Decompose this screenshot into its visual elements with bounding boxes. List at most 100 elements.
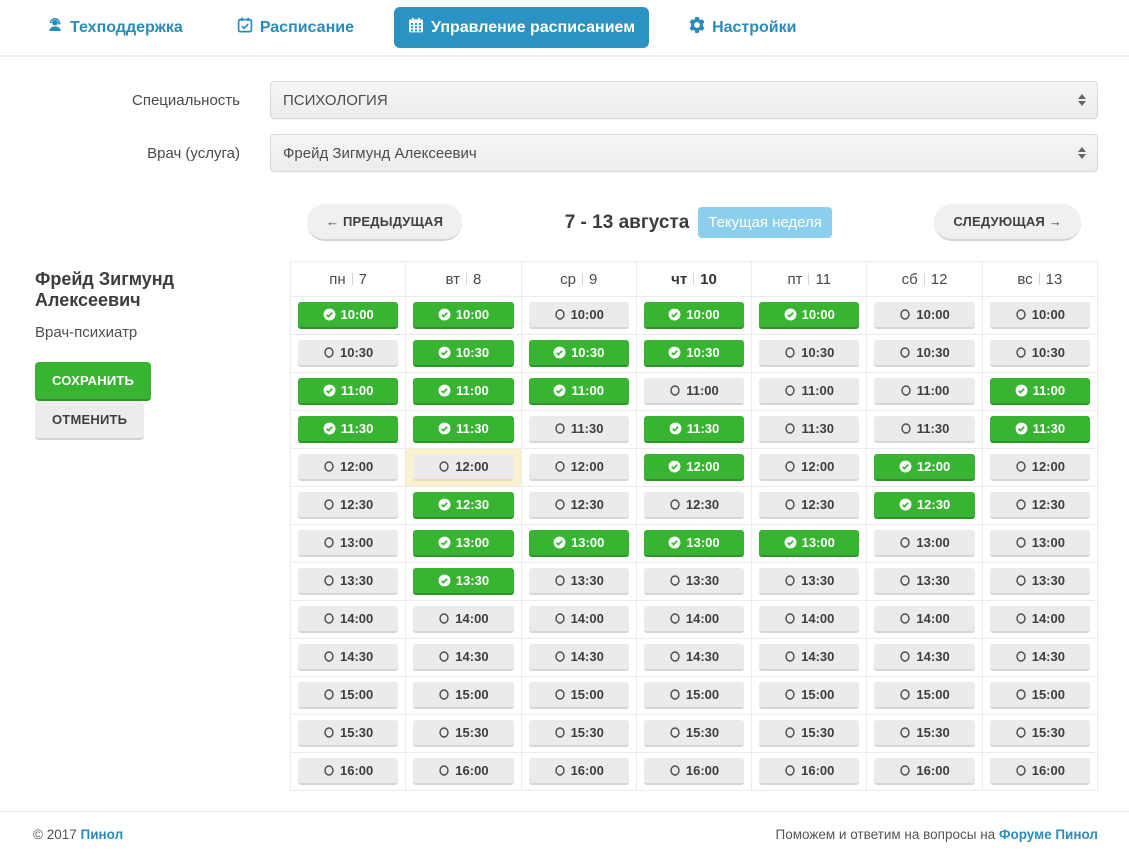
time-slot-пт-14:00[interactable]: 14:00: [759, 606, 859, 633]
time-slot-вс-15:00[interactable]: 15:00: [990, 682, 1090, 709]
time-slot-пн-11:30[interactable]: 11:30: [298, 416, 398, 443]
time-slot-вс-16:00[interactable]: 16:00: [990, 758, 1090, 785]
time-slot-вт-12:30[interactable]: 12:30: [413, 492, 513, 519]
specialty-select[interactable]: ПСИХОЛОГИЯ: [270, 81, 1098, 119]
time-slot-пт-15:00[interactable]: 15:00: [759, 682, 859, 709]
time-slot-ср-11:30[interactable]: 11:30: [529, 416, 629, 443]
time-slot-вт-10:30[interactable]: 10:30: [413, 340, 513, 367]
time-slot-пт-13:00[interactable]: 13:00: [759, 530, 859, 557]
time-slot-вс-14:30[interactable]: 14:30: [990, 644, 1090, 671]
time-slot-вт-11:00[interactable]: 11:00: [413, 378, 513, 405]
time-slot-чт-10:00[interactable]: 10:00: [644, 302, 744, 329]
forum-link[interactable]: Форуме Пинол: [999, 827, 1098, 842]
time-slot-пн-11:00[interactable]: 11:00: [298, 378, 398, 405]
time-slot-ср-11:00[interactable]: 11:00: [529, 378, 629, 405]
time-slot-вс-13:00[interactable]: 13:00: [990, 530, 1090, 557]
time-slot-пт-10:00[interactable]: 10:00: [759, 302, 859, 329]
time-slot-сб-10:30[interactable]: 10:30: [874, 340, 974, 367]
time-slot-ср-10:00[interactable]: 10:00: [529, 302, 629, 329]
time-slot-пт-11:00[interactable]: 11:00: [759, 378, 859, 405]
time-slot-вс-15:30[interactable]: 15:30: [990, 720, 1090, 747]
time-slot-вс-11:00[interactable]: 11:00: [990, 378, 1090, 405]
time-slot-вс-12:30[interactable]: 12:30: [990, 492, 1090, 519]
time-slot-ср-15:00[interactable]: 15:00: [529, 682, 629, 709]
pinol-link[interactable]: Пинол: [81, 827, 124, 842]
time-slot-чт-11:00[interactable]: 11:00: [644, 378, 744, 405]
time-slot-ср-12:00[interactable]: 12:00: [529, 454, 629, 481]
time-slot-сб-10:00[interactable]: 10:00: [874, 302, 974, 329]
time-slot-пн-16:00[interactable]: 16:00: [298, 758, 398, 785]
time-slot-ср-13:30[interactable]: 13:30: [529, 568, 629, 595]
time-slot-сб-11:00[interactable]: 11:00: [874, 378, 974, 405]
time-slot-сб-12:00[interactable]: 12:00: [874, 454, 974, 481]
time-slot-сб-13:00[interactable]: 13:00: [874, 530, 974, 557]
time-slot-чт-10:30[interactable]: 10:30: [644, 340, 744, 367]
time-slot-ср-15:30[interactable]: 15:30: [529, 720, 629, 747]
time-slot-сб-12:30[interactable]: 12:30: [874, 492, 974, 519]
time-slot-сб-15:30[interactable]: 15:30: [874, 720, 974, 747]
time-slot-вт-15:30[interactable]: 15:30: [413, 720, 513, 747]
time-slot-пн-10:00[interactable]: 10:00: [298, 302, 398, 329]
nav-tab-support[interactable]: Техподдержка: [33, 7, 197, 48]
time-slot-пн-14:00[interactable]: 14:00: [298, 606, 398, 633]
time-slot-пн-13:30[interactable]: 13:30: [298, 568, 398, 595]
time-slot-ср-14:30[interactable]: 14:30: [529, 644, 629, 671]
time-slot-пн-10:30[interactable]: 10:30: [298, 340, 398, 367]
time-slot-сб-16:00[interactable]: 16:00: [874, 758, 974, 785]
nav-tab-settings[interactable]: Настройки: [675, 7, 810, 48]
time-slot-ср-16:00[interactable]: 16:00: [529, 758, 629, 785]
previous-week-button[interactable]: ← ПРЕДЫДУЩАЯ: [307, 204, 462, 241]
time-slot-чт-12:30[interactable]: 12:30: [644, 492, 744, 519]
doctor-select[interactable]: Фрейд Зигмунд Алексеевич: [270, 134, 1098, 172]
time-slot-ср-13:00[interactable]: 13:00: [529, 530, 629, 557]
time-slot-вт-16:00[interactable]: 16:00: [413, 758, 513, 785]
time-slot-чт-14:30[interactable]: 14:30: [644, 644, 744, 671]
time-slot-пн-12:30[interactable]: 12:30: [298, 492, 398, 519]
time-slot-вт-10:00[interactable]: 10:00: [413, 302, 513, 329]
nav-tab-schedule[interactable]: Расписание: [223, 7, 368, 48]
time-slot-пт-10:30[interactable]: 10:30: [759, 340, 859, 367]
time-slot-вт-13:00[interactable]: 13:00: [413, 530, 513, 557]
time-slot-пн-15:30[interactable]: 15:30: [298, 720, 398, 747]
time-slot-пт-12:30[interactable]: 12:30: [759, 492, 859, 519]
time-slot-ср-10:30[interactable]: 10:30: [529, 340, 629, 367]
time-slot-пт-11:30[interactable]: 11:30: [759, 416, 859, 443]
time-slot-пн-15:00[interactable]: 15:00: [298, 682, 398, 709]
time-slot-вс-14:00[interactable]: 14:00: [990, 606, 1090, 633]
time-slot-вт-14:00[interactable]: 14:00: [413, 606, 513, 633]
time-slot-пт-13:30[interactable]: 13:30: [759, 568, 859, 595]
cancel-button[interactable]: ОТМЕНИТЬ: [35, 401, 144, 440]
time-slot-вт-14:30[interactable]: 14:30: [413, 644, 513, 671]
time-slot-пн-14:30[interactable]: 14:30: [298, 644, 398, 671]
time-slot-сб-11:30[interactable]: 11:30: [874, 416, 974, 443]
time-slot-пт-15:30[interactable]: 15:30: [759, 720, 859, 747]
time-slot-чт-15:30[interactable]: 15:30: [644, 720, 744, 747]
time-slot-пн-12:00[interactable]: 12:00: [298, 454, 398, 481]
time-slot-сб-14:00[interactable]: 14:00: [874, 606, 974, 633]
time-slot-чт-14:00[interactable]: 14:00: [644, 606, 744, 633]
time-slot-ср-12:30[interactable]: 12:30: [529, 492, 629, 519]
time-slot-вс-11:30[interactable]: 11:30: [990, 416, 1090, 443]
next-week-button[interactable]: СЛЕДУЮЩАЯ →: [934, 204, 1081, 241]
time-slot-вт-13:30[interactable]: 13:30: [413, 568, 513, 595]
time-slot-чт-13:00[interactable]: 13:00: [644, 530, 744, 557]
time-slot-вт-12:00[interactable]: 12:00: [413, 454, 513, 481]
time-slot-пн-13:00[interactable]: 13:00: [298, 530, 398, 557]
time-slot-вс-12:00[interactable]: 12:00: [990, 454, 1090, 481]
time-slot-вт-11:30[interactable]: 11:30: [413, 416, 513, 443]
time-slot-чт-11:30[interactable]: 11:30: [644, 416, 744, 443]
nav-tab-schedule-management[interactable]: Управление расписанием: [394, 7, 649, 48]
time-slot-пт-16:00[interactable]: 16:00: [759, 758, 859, 785]
save-button[interactable]: СОХРАНИТЬ: [35, 362, 151, 401]
time-slot-сб-13:30[interactable]: 13:30: [874, 568, 974, 595]
time-slot-ср-14:00[interactable]: 14:00: [529, 606, 629, 633]
time-slot-пт-14:30[interactable]: 14:30: [759, 644, 859, 671]
time-slot-вс-10:30[interactable]: 10:30: [990, 340, 1090, 367]
time-slot-вс-13:30[interactable]: 13:30: [990, 568, 1090, 595]
time-slot-вс-10:00[interactable]: 10:00: [990, 302, 1090, 329]
time-slot-вт-15:00[interactable]: 15:00: [413, 682, 513, 709]
time-slot-пт-12:00[interactable]: 12:00: [759, 454, 859, 481]
time-slot-сб-14:30[interactable]: 14:30: [874, 644, 974, 671]
time-slot-чт-15:00[interactable]: 15:00: [644, 682, 744, 709]
time-slot-чт-16:00[interactable]: 16:00: [644, 758, 744, 785]
